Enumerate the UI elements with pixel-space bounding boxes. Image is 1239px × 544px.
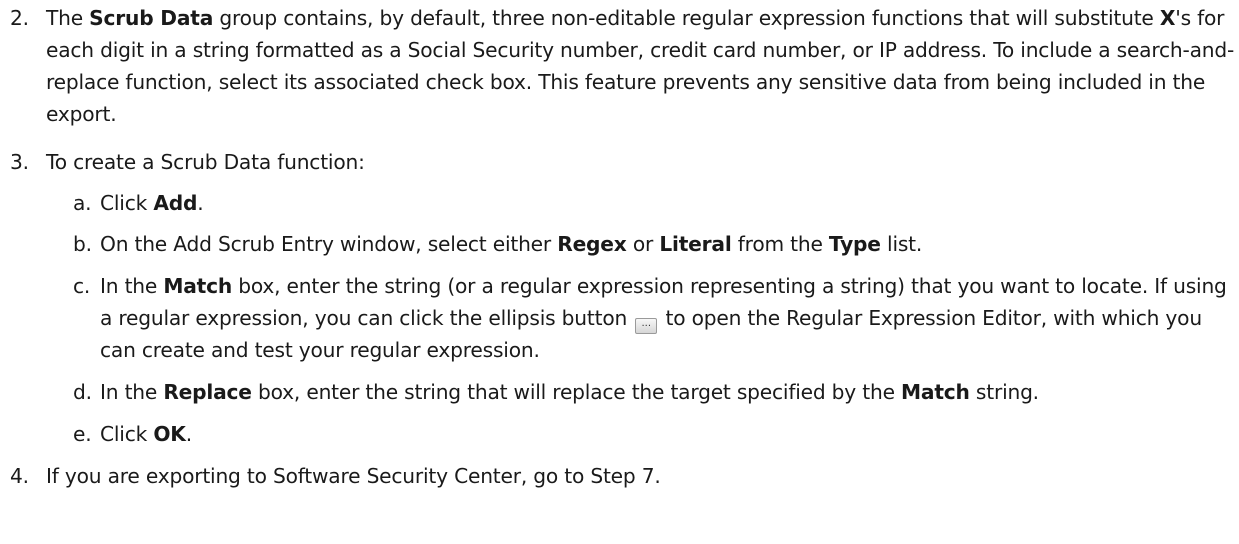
substep-d: d. In the Replace box, enter the string … [73, 376, 1235, 408]
substep-letter: b. [73, 232, 92, 256]
bold-term: Match [163, 274, 233, 298]
text-run: or [626, 232, 660, 256]
substep-e: e. Click OK. [73, 418, 1235, 450]
bold-term: X [1159, 6, 1176, 30]
step-text: If you are exporting to Software Securit… [46, 464, 661, 488]
substep-letter: e. [73, 422, 92, 446]
bold-term: Add [153, 191, 198, 215]
text-run: . [197, 191, 204, 215]
substep-text: Click Add. [100, 187, 1235, 219]
text-run: In the [100, 274, 164, 298]
step-number: 2. [10, 6, 29, 30]
step-2: 2. The Scrub Data group contains, by def… [10, 2, 1235, 130]
step-4: 4. If you are exporting to Software Secu… [10, 460, 1235, 492]
bold-term: Type [828, 232, 881, 256]
step-text: The Scrub Data group contains, by defaul… [46, 2, 1235, 130]
text-run: from the [731, 232, 829, 256]
substep-b: b. On the Add Scrub Entry window, select… [73, 228, 1235, 260]
bold-term: Regex [557, 232, 627, 256]
substep-letter: d. [73, 380, 92, 404]
substep-text: On the Add Scrub Entry window, select ei… [100, 228, 1235, 260]
text-run: string. [969, 380, 1039, 404]
text-run: Click [100, 191, 154, 215]
substep-a: a. Click Add. [73, 187, 1235, 219]
bold-term: Replace [163, 380, 252, 404]
text-run: . [185, 422, 192, 446]
substep-text: In the Replace box, enter the string tha… [100, 376, 1235, 408]
bold-term: OK [153, 422, 186, 446]
ellipsis-button-icon: ... [635, 318, 658, 334]
text-run: The [46, 6, 90, 30]
document: 2. The Scrub Data group contains, by def… [0, 0, 1239, 544]
step-number: 4. [10, 464, 29, 488]
bold-term: Scrub Data [89, 6, 214, 30]
text-run: group contains, by default, three non-ed… [213, 6, 1160, 30]
substep-text: In the Match box, enter the string (or a… [100, 270, 1235, 366]
bold-term: Literal [659, 232, 732, 256]
substep-text: Click OK. [100, 418, 1235, 450]
text-run: On the Add Scrub Entry window, select ei… [100, 232, 558, 256]
step-3: 3. To create a Scrub Data function: [10, 146, 1235, 178]
step-text: To create a Scrub Data function: [46, 150, 365, 174]
bold-term: Match [901, 380, 970, 404]
text-run: list. [880, 232, 923, 256]
substep-letter: a. [73, 191, 92, 215]
substep-c: c. In the Match box, enter the string (o… [73, 270, 1235, 366]
text-run: In the [100, 380, 164, 404]
substep-letter: c. [73, 274, 91, 298]
text-run: box, enter the string that will replace … [251, 380, 902, 404]
step-number: 3. [10, 150, 29, 174]
text-run: Click [100, 422, 154, 446]
